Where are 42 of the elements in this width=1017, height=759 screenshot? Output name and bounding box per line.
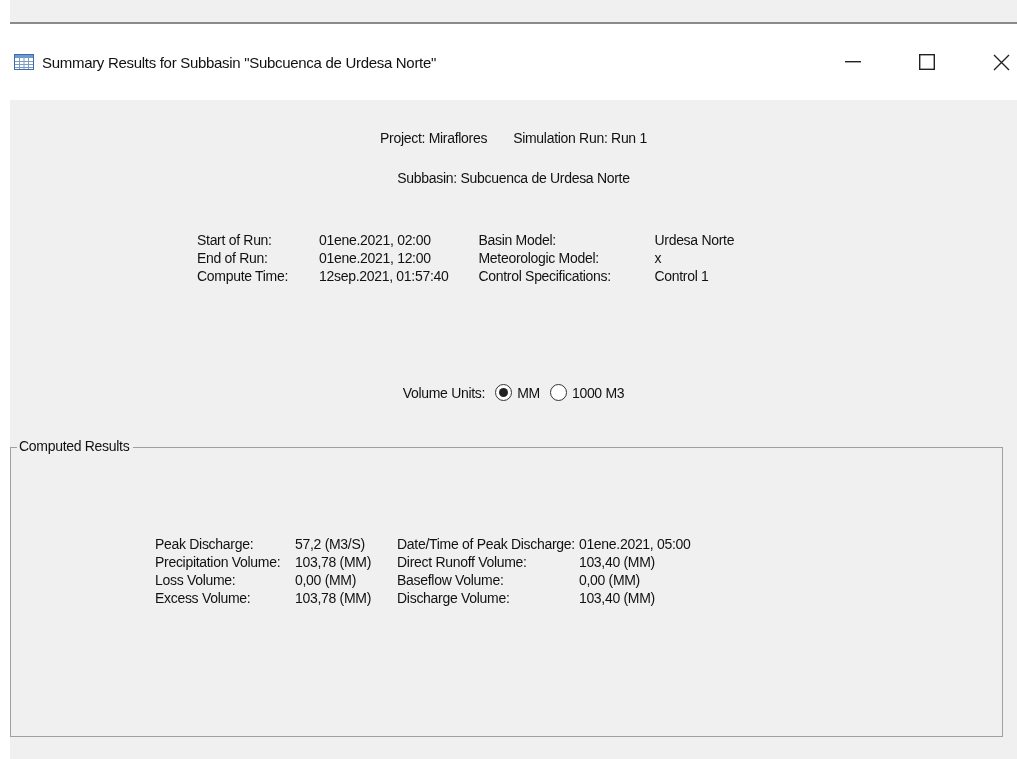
info-value: x bbox=[654, 250, 663, 266]
result-value: 0,00 (MM) bbox=[295, 572, 358, 588]
panel-title: Computed Results bbox=[17, 438, 134, 454]
info-label: Meteorologic Model: bbox=[478, 250, 600, 266]
result-label: Direct Runoff Volume: bbox=[397, 554, 528, 570]
radio-button[interactable] bbox=[495, 384, 513, 401]
info-label: Start of Run: bbox=[197, 232, 273, 248]
result-value: 103,40 (MM) bbox=[578, 554, 656, 570]
info-label: Control Specifications: bbox=[478, 268, 612, 284]
info-label: Basin Model: bbox=[478, 232, 557, 248]
table-icon bbox=[14, 54, 34, 70]
maximize-icon[interactable] bbox=[919, 54, 935, 70]
info-value: Control 1 bbox=[654, 268, 710, 284]
close-icon[interactable] bbox=[993, 53, 1010, 71]
result-value: 01ene.2021, 05:00 bbox=[578, 536, 691, 552]
result-label: Peak Discharge: bbox=[155, 536, 255, 552]
result-label: Baseflow Volume: bbox=[397, 572, 505, 588]
result-value: 103,78 (MM) bbox=[295, 554, 372, 570]
result-label: Precipitation Volume: bbox=[155, 554, 282, 570]
radio-button[interactable] bbox=[549, 384, 567, 401]
result-value: 103,78 (MM) bbox=[295, 590, 372, 606]
info-value: Urdesa Norte bbox=[654, 232, 735, 248]
result-label: Date/Time of Peak Discharge: bbox=[397, 536, 575, 552]
result-label: Loss Volume: bbox=[155, 572, 237, 588]
radio-label[interactable]: MM bbox=[517, 384, 540, 401]
info-value: 12sep.2021, 01:57:40 bbox=[319, 268, 449, 284]
minimize-icon[interactable] bbox=[845, 61, 861, 63]
info-value: 01ene.2021, 12:00 bbox=[319, 250, 432, 266]
radio-label[interactable]: 1000 M3 bbox=[571, 384, 625, 401]
window-title: Summary Results for Subbasin "Subcuenca de Urdesa Norte" bbox=[42, 53, 437, 71]
result-value: 57,2 (M3/S) bbox=[295, 536, 366, 552]
info-label: Compute Time: bbox=[197, 268, 290, 284]
info-value: 01ene.2021, 02:00 bbox=[319, 232, 432, 248]
subbasin-label: Subbasin: Subcuenca de Urdesa Norte bbox=[397, 170, 630, 186]
result-label: Discharge Volume: bbox=[397, 590, 511, 606]
project-label: Project: Miraflores bbox=[380, 130, 488, 146]
result-value: 0,00 (MM) bbox=[578, 572, 641, 588]
volume-units-label: Volume Units: bbox=[402, 384, 486, 401]
simulation-run-label: Simulation Run: Run 1 bbox=[513, 130, 647, 146]
result-value: 103,40 (MM) bbox=[578, 590, 656, 606]
info-label: End of Run: bbox=[197, 250, 269, 266]
result-label: Excess Volume: bbox=[155, 590, 252, 606]
